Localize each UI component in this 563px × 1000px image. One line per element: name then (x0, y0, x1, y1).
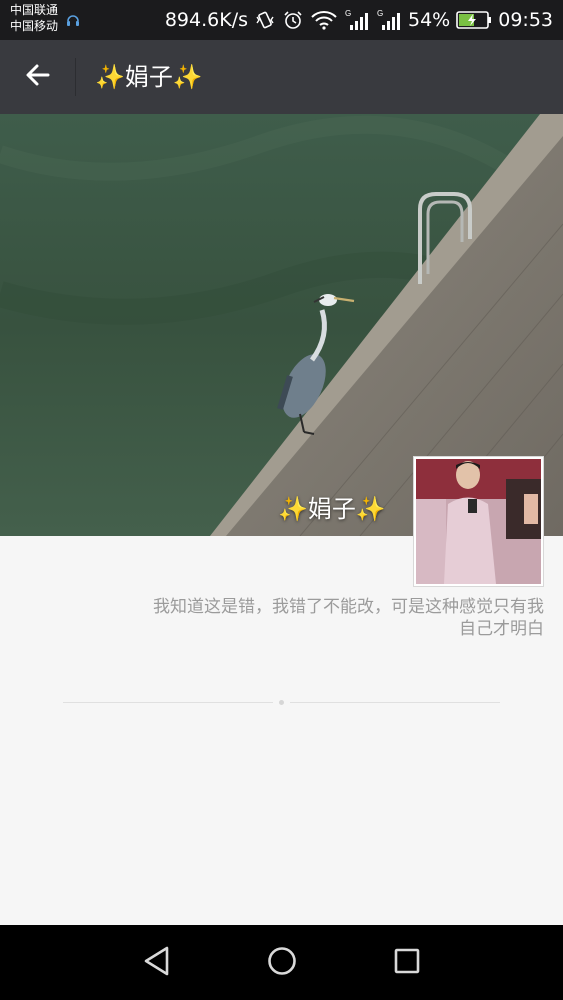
separator-dot (279, 700, 284, 705)
battery-icon (456, 10, 492, 30)
signature-text: 我知道这是错，我错了不能改，可是这种感觉只有我自己才明白 (153, 597, 544, 639)
separator-line-left (63, 702, 273, 703)
alarm-icon (282, 9, 304, 31)
status-bar: 中国联通 中国移动 894.6K/s G G 54% 09:53 (0, 0, 563, 40)
signal-icon: G (376, 8, 402, 32)
recents-square-icon (393, 947, 421, 979)
cover-name: ✨娟子✨ (278, 495, 386, 523)
separator-line-right (290, 702, 500, 703)
carrier-1-label: 中国联通 (10, 3, 59, 17)
carrier-2-label: 中国移动 (10, 19, 59, 33)
avatar[interactable] (413, 456, 544, 587)
nav-home-button[interactable] (256, 937, 308, 989)
svg-text:G: G (377, 9, 383, 18)
system-nav-bar (0, 925, 563, 1000)
home-circle-icon (266, 945, 298, 981)
app-bar-divider (75, 58, 76, 96)
vibrate-icon (254, 9, 276, 31)
signal-icon: G (344, 8, 370, 32)
network-speed-label: 894.6K/s (164, 9, 248, 31)
nav-recents-button[interactable] (381, 937, 433, 989)
wifi-icon (310, 9, 338, 31)
nav-back-button[interactable] (131, 937, 183, 989)
app-bar: ✨娟子✨ (0, 40, 563, 114)
battery-percent-label: 54% (408, 9, 451, 31)
back-button[interactable] (14, 54, 62, 100)
back-triangle-icon (142, 945, 172, 981)
carrier-names: 中国联通 中国移动 (10, 2, 58, 34)
headset-icon (66, 12, 80, 28)
arrow-left-icon (24, 61, 52, 93)
page-title: ✨娟子✨ (95, 63, 203, 91)
svg-text:G: G (345, 9, 351, 18)
clock-label: 09:53 (498, 9, 553, 31)
